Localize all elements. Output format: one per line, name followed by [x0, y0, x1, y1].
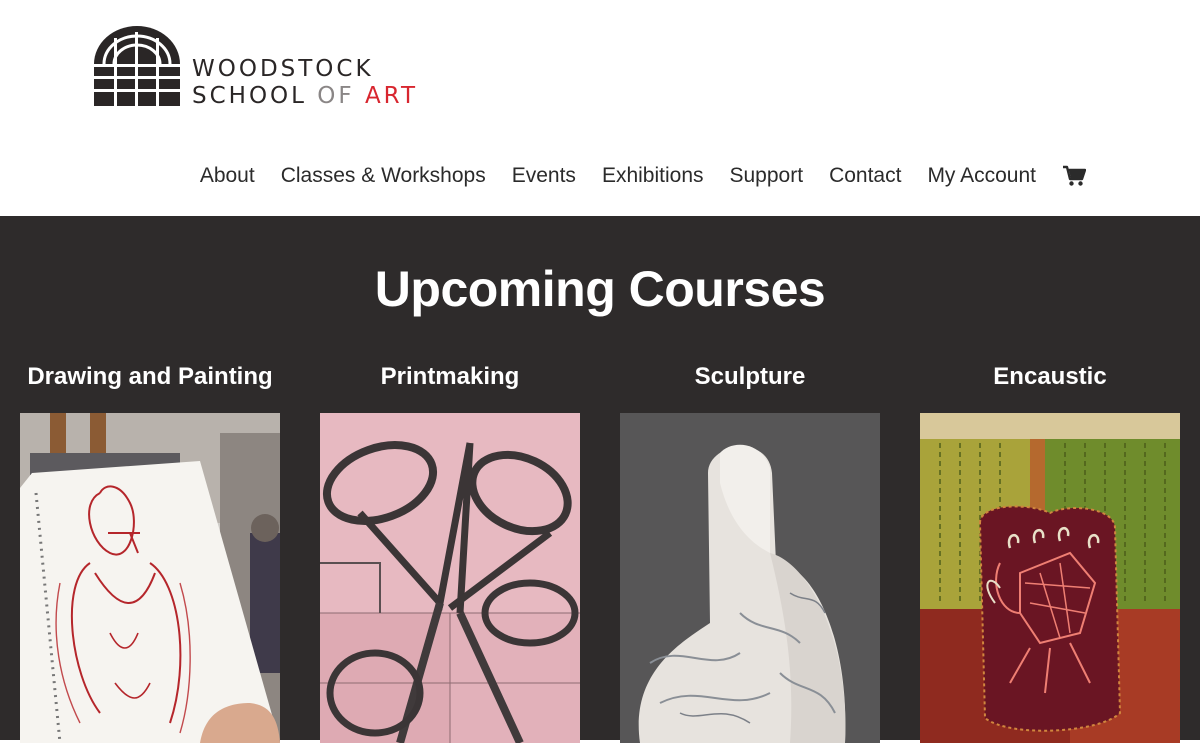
course-image-encaustic[interactable] [920, 413, 1180, 743]
nav-contact[interactable]: Contact [829, 164, 901, 188]
logo-school: SCHOOL [192, 83, 318, 109]
logo-of: OF [317, 83, 365, 109]
course-title[interactable]: Printmaking [320, 362, 580, 392]
nav-classes-workshops[interactable]: Classes & Workshops [281, 164, 486, 188]
logo-window-icon [94, 26, 180, 106]
logo-wordmark: WOODSTOCK SCHOOL OF ART [192, 56, 418, 110]
nav-support[interactable]: Support [730, 164, 804, 188]
course-title[interactable]: Drawing and Painting [20, 362, 280, 392]
course-card-sculpture: Sculpture [620, 362, 880, 743]
course-title[interactable]: Sculpture [620, 362, 880, 392]
section-title: Upcoming Courses [374, 261, 826, 317]
course-card-printmaking: Printmaking [320, 362, 580, 743]
nav-about[interactable]: About [200, 164, 255, 188]
site-logo[interactable]: WOODSTOCK SCHOOL OF ART [94, 26, 418, 110]
nav-my-account[interactable]: My Account [927, 164, 1036, 188]
logo-line-2: SCHOOL OF ART [192, 83, 418, 110]
nav-exhibitions[interactable]: Exhibitions [602, 164, 704, 188]
nav-events[interactable]: Events [512, 164, 576, 188]
site-header: WOODSTOCK SCHOOL OF ART About Classes & … [0, 0, 1200, 216]
upcoming-courses-section: Upcoming Courses Drawing and Painting Pr… [0, 216, 1200, 743]
cart-icon[interactable] [1062, 165, 1086, 187]
course-title[interactable]: Encaustic [920, 362, 1180, 392]
logo-line-1: WOODSTOCK [192, 56, 374, 82]
course-card-drawing-painting: Drawing and Painting [20, 362, 280, 743]
course-image-sculpture[interactable] [620, 413, 880, 743]
course-image-printmaking[interactable] [320, 413, 580, 743]
logo-art: ART [364, 83, 419, 109]
course-card-encaustic: Encaustic [920, 362, 1180, 743]
main-nav: About Classes & Workshops Events Exhibit… [200, 164, 1086, 188]
course-image-drawing-painting[interactable] [20, 413, 280, 743]
